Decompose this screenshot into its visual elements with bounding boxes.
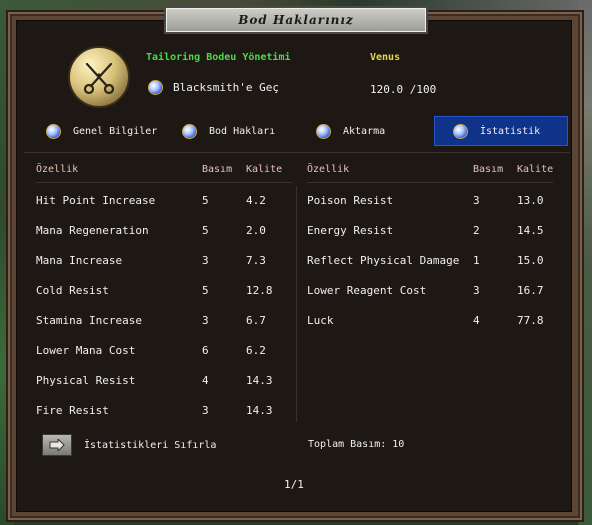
stat-quality: 14.3 [246, 374, 273, 387]
tab-general-info[interactable]: Genel Bilgiler [32, 116, 166, 146]
table-row: Hit Point Increase 5 4.2 [36, 188, 292, 218]
table-row: Physical Resist 4 14.3 [36, 368, 292, 398]
window-title: Bod Haklarınız [238, 13, 354, 27]
gem-icon [46, 123, 61, 139]
column-header-count: Basım [202, 164, 233, 175]
stat-quality: 2.0 [246, 224, 266, 237]
stat-name: Cold Resist [36, 284, 109, 297]
tab-label: Aktarma [343, 125, 386, 137]
stat-quality: 6.2 [246, 344, 266, 357]
column-header-property: Özellik [36, 164, 79, 175]
table-row: Reflect Physical Damage 1 15.0 [307, 248, 553, 278]
table-row: Poison Resist 3 13.0 [307, 188, 553, 218]
divider [24, 152, 570, 153]
stat-name: Physical Resist [36, 374, 136, 387]
stat-quality: 12.8 [246, 284, 273, 297]
table-row: Stamina Increase 3 6.7 [36, 308, 292, 338]
stat-count: 6 [202, 344, 209, 357]
stat-quality: 16.7 [517, 284, 544, 297]
stat-count: 3 [202, 254, 209, 267]
stat-name: Mana Increase [36, 254, 123, 267]
tab-transfer[interactable]: Aktarma [302, 116, 432, 146]
stat-name: Lower Reagent Cost [307, 284, 427, 297]
stat-quality: 4.2 [246, 194, 266, 207]
stat-quality: 7.3 [246, 254, 266, 267]
arrow-right-icon[interactable] [42, 434, 72, 456]
gem-icon [182, 123, 197, 139]
table-row: Energy Resist 2 14.5 [307, 218, 553, 248]
stat-name: Stamina Increase [36, 314, 142, 327]
stat-count: 3 [473, 284, 480, 297]
divider [36, 182, 292, 183]
stat-quality: 15.0 [517, 254, 544, 267]
stat-count: 1 [473, 254, 480, 267]
stat-count: 3 [473, 194, 480, 207]
reset-stats-button[interactable]: İstatistikleri Sıfırla [42, 434, 216, 456]
stat-count: 4 [473, 314, 480, 327]
stat-quality: 14.3 [246, 404, 273, 417]
stat-count: 5 [202, 284, 209, 297]
stat-quality: 13.0 [517, 194, 544, 207]
stat-name: Luck [307, 314, 334, 327]
tab-label: Bod Hakları [209, 125, 276, 137]
column-header-count: Basım [473, 164, 504, 175]
stat-name: Poison Resist [307, 194, 394, 207]
tab-label: İstatistik [480, 125, 541, 137]
switch-to-blacksmith-label: Blacksmith'e Geç [173, 81, 279, 94]
stat-name: Hit Point Increase [36, 194, 156, 207]
reset-stats-label: İstatistikleri Sıfırla [84, 439, 217, 451]
scissors-emblem-icon [68, 46, 130, 108]
stat-name: Fire Resist [36, 404, 109, 417]
total-count: Toplam Basım: 10 [308, 439, 405, 450]
stat-quality: 77.8 [517, 314, 544, 327]
tab-label: Genel Bilgiler [73, 125, 158, 137]
table-header: Özellik Basım Kalite [307, 160, 553, 182]
stat-name: Energy Resist [307, 224, 394, 237]
tab-bod-rights[interactable]: Bod Hakları [168, 116, 302, 146]
column-divider [296, 186, 297, 422]
stat-count: 5 [202, 194, 209, 207]
stats-table-right: Özellik Basım Kalite Poison Resist 3 13.… [307, 160, 553, 338]
stat-count: 3 [202, 404, 209, 417]
stat-count: 4 [202, 374, 209, 387]
table-header: Özellik Basım Kalite [36, 160, 292, 182]
stat-count: 5 [202, 224, 209, 237]
stat-name: Mana Regeneration [36, 224, 149, 237]
switch-to-blacksmith-button[interactable]: Blacksmith'e Geç [148, 80, 279, 95]
tab-statistics[interactable]: İstatistik [434, 116, 568, 146]
table-row: Fire Resist 3 14.3 [36, 398, 292, 428]
table-row: Mana Increase 3 7.3 [36, 248, 292, 278]
bod-points: 120.0 /100 [370, 83, 437, 96]
table-row: Lower Reagent Cost 3 16.7 [307, 278, 553, 308]
stat-name: Lower Mana Cost [36, 344, 136, 357]
gem-icon [453, 123, 468, 139]
table-row: Lower Mana Cost 6 6.2 [36, 338, 292, 368]
page-indicator: 1/1 [284, 478, 304, 491]
table-row: Mana Regeneration 5 2.0 [36, 218, 292, 248]
stat-quality: 14.5 [517, 224, 544, 237]
divider [307, 182, 553, 183]
stats-table-left: Özellik Basım Kalite Hit Point Increase … [36, 160, 292, 428]
stat-name: Reflect Physical Damage [307, 254, 460, 267]
task-name: Tailoring Bodeu Yönetimi [146, 52, 291, 63]
stat-quality: 6.7 [246, 314, 266, 327]
table-row: Cold Resist 5 12.8 [36, 278, 292, 308]
gem-icon [148, 80, 163, 95]
column-header-quality: Kalite [517, 164, 554, 175]
window-title-plate[interactable]: Bod Haklarınız [164, 6, 428, 34]
gem-icon [316, 123, 331, 139]
tab-bar: Genel Bilgiler Bod Hakları Aktarma İstat… [32, 116, 568, 146]
player-name: Venus [370, 52, 401, 63]
stat-count: 3 [202, 314, 209, 327]
column-header-quality: Kalite [246, 164, 283, 175]
column-header-property: Özellik [307, 164, 350, 175]
table-row: Luck 4 77.8 [307, 308, 553, 338]
stat-count: 2 [473, 224, 480, 237]
